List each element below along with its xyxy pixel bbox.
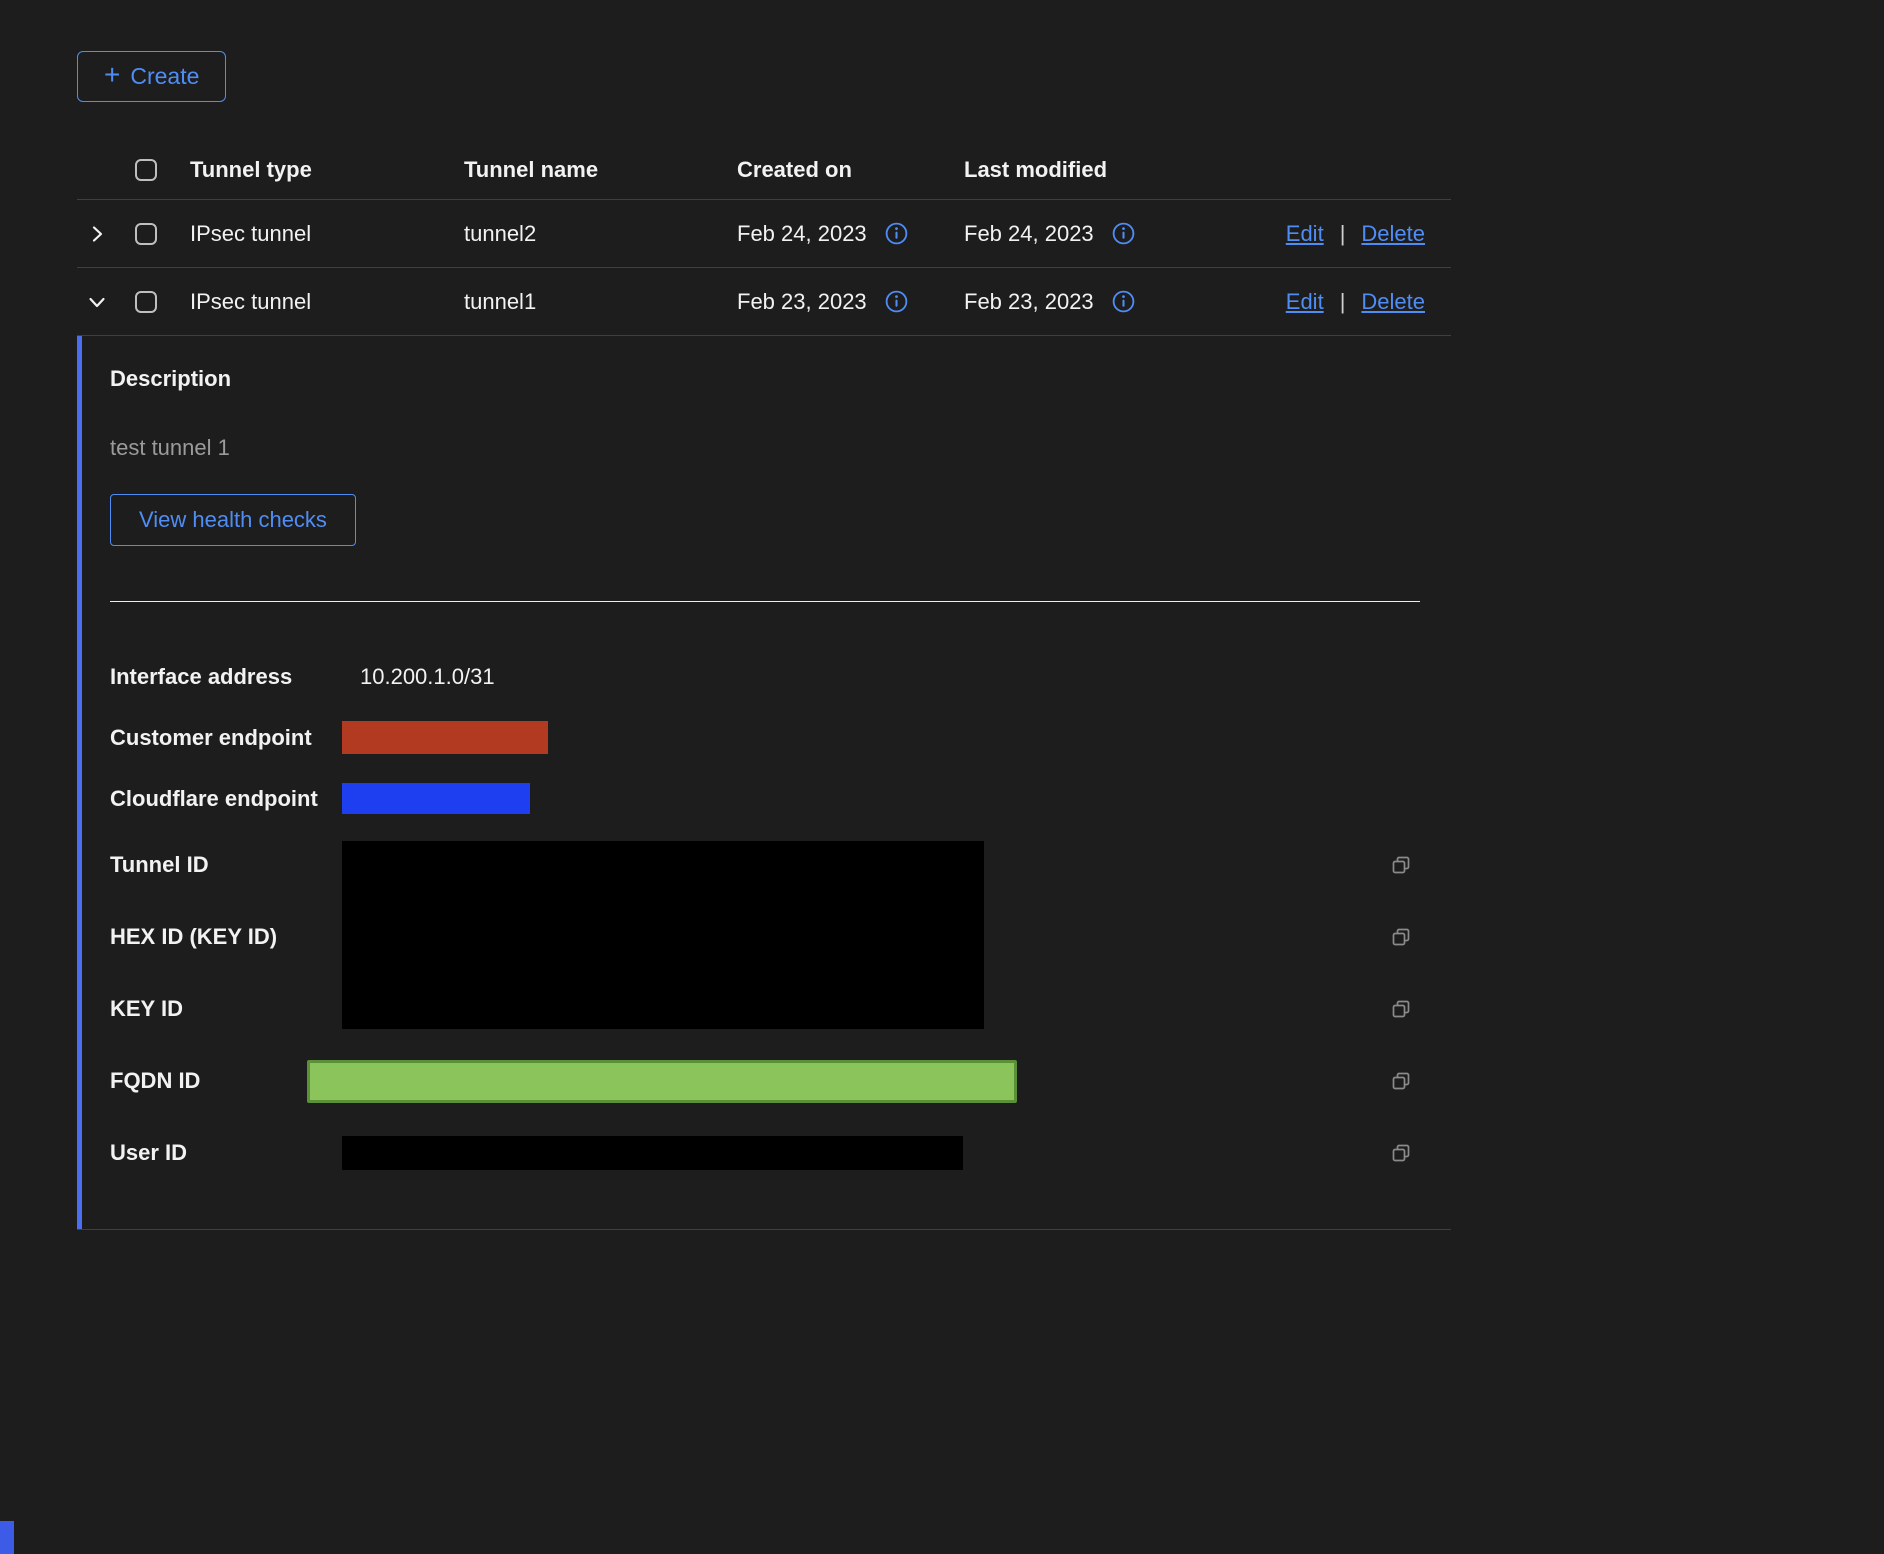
panel-divider [110,601,1420,602]
field-fqdn-id: FQDN ID [110,1045,1451,1117]
header-checkbox-cell [135,159,190,181]
info-icon[interactable] [885,222,908,245]
tunnel-name-cell: tunnel1 [464,289,737,315]
tunnel-detail-panel: Description test tunnel 1 View health ch… [77,336,1451,1230]
actions-cell: Edit | Delete [1281,289,1451,315]
last-modified-cell: Feb 24, 2023 [964,221,1281,247]
field-value: 10.200.1.0/31 [360,664,495,690]
field-hex-id: HEX ID (KEY ID) [110,901,1451,973]
ipsec-tunnels-page: + Create Tunnel type Tunnel name Created… [0,0,1884,1554]
create-button-label: Create [130,63,199,90]
field-tunnel-id: Tunnel ID [110,829,1451,901]
copy-icon[interactable] [1390,854,1412,876]
field-label: HEX ID (KEY ID) [110,924,342,950]
panel-content: Description test tunnel 1 View health ch… [77,336,1451,1189]
tunnels-table: Tunnel type Tunnel name Created on Last … [77,140,1451,1230]
created-on-cell: Feb 24, 2023 [737,221,964,247]
table-row-tunnel1: IPsec tunnel tunnel1 Feb 23, 2023 Feb 23… [77,268,1451,336]
edit-link[interactable]: Edit [1286,289,1324,315]
checkbox-cell [135,223,190,245]
last-modified-value: Feb 23, 2023 [964,289,1094,315]
column-header-created-on: Created on [737,157,964,183]
field-label: Cloudflare endpoint [110,786,342,812]
corner-accent [0,1521,14,1554]
column-header-tunnel-name: Tunnel name [464,157,737,183]
select-all-checkbox[interactable] [135,159,157,181]
column-header-last-modified: Last modified [964,157,1281,183]
id-fields-group: Tunnel ID HEX ID (KEY ID) KEY ID [110,829,1451,1045]
create-button[interactable]: + Create [77,51,226,102]
panel-accent-bar [77,336,82,1229]
redacted-cloudflare-endpoint [342,783,530,814]
last-modified-cell: Feb 23, 2023 [964,289,1281,315]
chevron-right-icon[interactable] [87,224,107,244]
copy-icon[interactable] [1390,926,1412,948]
created-on-cell: Feb 23, 2023 [737,289,964,315]
checkbox-cell [135,291,190,313]
field-customer-endpoint: Customer endpoint [110,707,1451,768]
redacted-customer-endpoint [342,721,548,754]
field-cloudflare-endpoint: Cloudflare endpoint [110,768,1451,829]
description-label: Description [110,366,1451,392]
info-icon[interactable] [1112,222,1135,245]
redacted-user-id [342,1136,963,1170]
chevron-cell [77,292,135,312]
chevron-cell [77,224,135,244]
copy-icon[interactable] [1390,1070,1412,1092]
copy-icon[interactable] [1390,1142,1412,1164]
redacted-fqdn-id [307,1060,1017,1103]
tunnel-type-cell: IPsec tunnel [190,221,464,247]
edit-link[interactable]: Edit [1286,221,1324,247]
field-key-id: KEY ID [110,973,1451,1045]
field-label: Customer endpoint [110,725,342,751]
field-label: Interface address [110,664,342,690]
delete-link[interactable]: Delete [1361,289,1425,315]
tunnel-type-cell: IPsec tunnel [190,289,464,315]
field-label: User ID [110,1140,342,1166]
description-value: test tunnel 1 [110,435,1451,461]
column-header-tunnel-type: Tunnel type [190,157,464,183]
tunnel-name-cell: tunnel2 [464,221,737,247]
field-interface-address: Interface address 10.200.1.0/31 [110,646,1451,707]
row-checkbox[interactable] [135,223,157,245]
field-label: KEY ID [110,996,342,1022]
copy-icon[interactable] [1390,998,1412,1020]
created-on-value: Feb 23, 2023 [737,289,867,315]
action-separator: | [1340,221,1346,247]
info-icon[interactable] [1112,290,1135,313]
delete-link[interactable]: Delete [1361,221,1425,247]
view-health-checks-button[interactable]: View health checks [110,494,356,546]
table-header-row: Tunnel type Tunnel name Created on Last … [77,140,1451,200]
last-modified-value: Feb 24, 2023 [964,221,1094,247]
info-icon[interactable] [885,290,908,313]
field-user-id: User ID [110,1117,1451,1189]
row-checkbox[interactable] [135,291,157,313]
actions-cell: Edit | Delete [1281,221,1451,247]
field-label: Tunnel ID [110,852,342,878]
chevron-down-icon[interactable] [87,292,107,312]
plus-icon: + [104,61,120,89]
table-row-tunnel2: IPsec tunnel tunnel2 Feb 24, 2023 Feb 24… [77,200,1451,268]
created-on-value: Feb 24, 2023 [737,221,867,247]
action-separator: | [1340,289,1346,315]
